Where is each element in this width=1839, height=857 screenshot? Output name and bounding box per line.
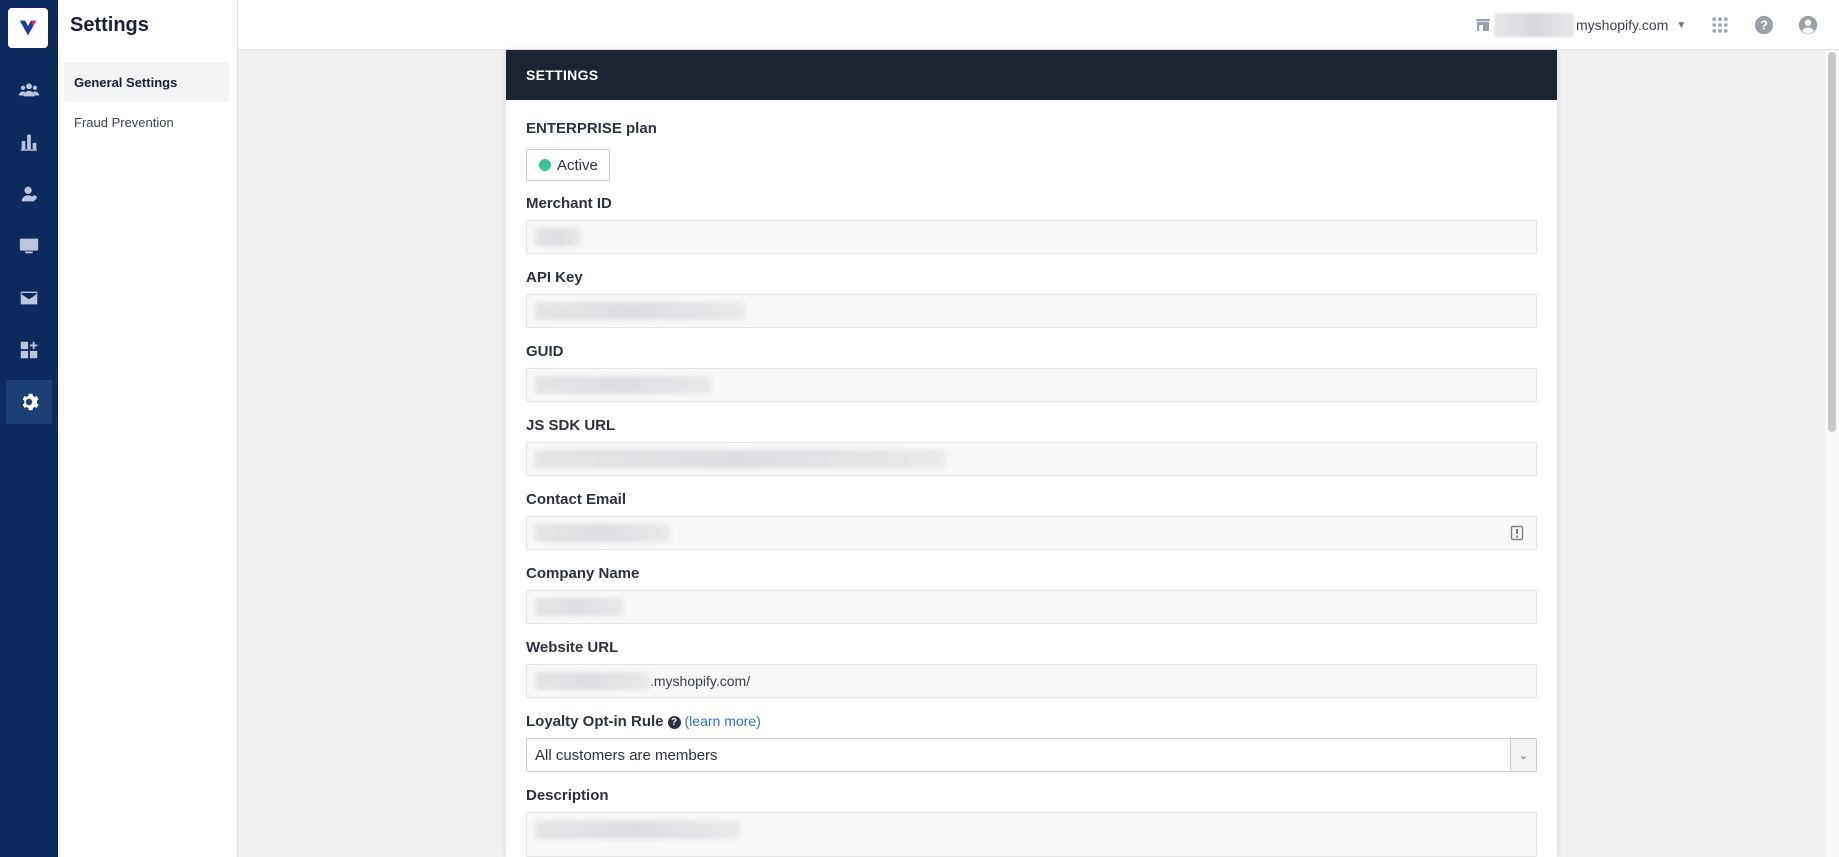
analytics-icon [20, 134, 38, 151]
merchant-id-label: Merchant ID [526, 195, 612, 212]
panel-header: SETTINGS [506, 50, 1557, 100]
store-name-redacted [1494, 13, 1574, 37]
api-key-field[interactable] [526, 294, 1537, 328]
js-sdk-url-field[interactable] [526, 442, 1537, 476]
account-icon [1798, 15, 1818, 35]
contact-email-field[interactable] [526, 516, 1537, 550]
store-domain: myshopify.com [1576, 17, 1669, 33]
loyalty-rule-select[interactable]: All customers are members ⌄ [526, 738, 1537, 772]
guid-field[interactable] [526, 368, 1537, 402]
website-url-suffix: .myshopify.com/ [650, 673, 751, 689]
settings-sidebar: Settings General Settings Fraud Preventi… [58, 0, 238, 857]
logo-icon [19, 20, 37, 36]
member-icon [21, 186, 37, 202]
redacted-value [535, 524, 670, 542]
email-icon [20, 291, 38, 305]
redacted-value [535, 672, 650, 690]
redacted-value [535, 450, 945, 468]
api-key-label: API Key [526, 269, 583, 286]
learn-more-link[interactable]: (learn more) [685, 713, 761, 729]
company-name-label: Company Name [526, 565, 640, 582]
rail-settings[interactable] [6, 380, 52, 424]
status-text: Active [557, 156, 598, 174]
display-icon [19, 238, 39, 254]
redacted-value [535, 302, 745, 320]
integrations-icon [20, 341, 38, 359]
rail-integrations[interactable] [6, 328, 52, 372]
store-icon [1476, 19, 1490, 31]
loyalty-rule-selected: All customers are members [535, 746, 718, 764]
contact-email-label: Contact Email [526, 491, 627, 508]
description-textarea[interactable] [526, 812, 1537, 857]
rail-customers[interactable] [6, 68, 52, 112]
redacted-value [535, 376, 711, 394]
website-url-field[interactable]: .myshopify.com/ [526, 664, 1537, 698]
settings-icon [22, 393, 39, 411]
rail-analytics[interactable] [6, 120, 52, 164]
company-name-field[interactable] [526, 590, 1537, 624]
status-dot-icon [539, 159, 551, 171]
guid-label: GUID [526, 343, 564, 360]
merchant-id-field[interactable] [526, 220, 1537, 254]
sidebar-item-general-settings[interactable]: General Settings [64, 62, 229, 102]
apps-grid-icon [1712, 17, 1728, 33]
sidebar-item-fraud-prevention[interactable]: Fraud Prevention [64, 102, 229, 142]
js-sdk-url-label: JS SDK URL [526, 417, 616, 434]
autofill-icon[interactable] [1510, 525, 1524, 541]
rail-display[interactable] [6, 224, 52, 268]
chevron-down-icon: ▼ [1676, 19, 1687, 31]
account-button[interactable] [1796, 13, 1820, 37]
redacted-value [535, 598, 623, 616]
top-bar: myshopify.com ▼ ? [238, 0, 1839, 50]
redacted-value [535, 821, 740, 839]
svg-text:?: ? [1760, 18, 1768, 33]
app-logo[interactable] [8, 8, 48, 48]
website-url-label: Website URL [526, 639, 619, 656]
plan-label: ENTERPRISE plan [526, 120, 657, 137]
description-label: Description [526, 787, 609, 804]
loyalty-rule-label-text: Loyalty Opt-in Rule [526, 713, 664, 730]
settings-panel: SETTINGS ENTERPRISE plan Active Merchant… [506, 50, 1557, 857]
chevron-down-icon[interactable]: ⌄ [1510, 739, 1536, 771]
status-badge: Active [526, 149, 610, 181]
scrollbar-thumb[interactable] [1828, 52, 1836, 432]
page-scrollbar[interactable] [1825, 50, 1839, 857]
rail-members[interactable] [6, 172, 52, 216]
sidebar-title: Settings [70, 14, 149, 36]
rail-email[interactable] [6, 276, 52, 320]
redacted-value [535, 228, 581, 246]
store-switcher[interactable]: myshopify.com ▼ [1474, 13, 1686, 37]
customers-icon [18, 83, 40, 97]
help-circle-icon[interactable]: ? [667, 716, 681, 729]
icon-rail [0, 0, 58, 857]
apps-grid-button[interactable] [1708, 13, 1732, 37]
help-button[interactable]: ? [1752, 13, 1776, 37]
help-icon: ? [1754, 15, 1774, 35]
loyalty-rule-label: Loyalty Opt-in Rule? (learn more) [526, 713, 761, 730]
